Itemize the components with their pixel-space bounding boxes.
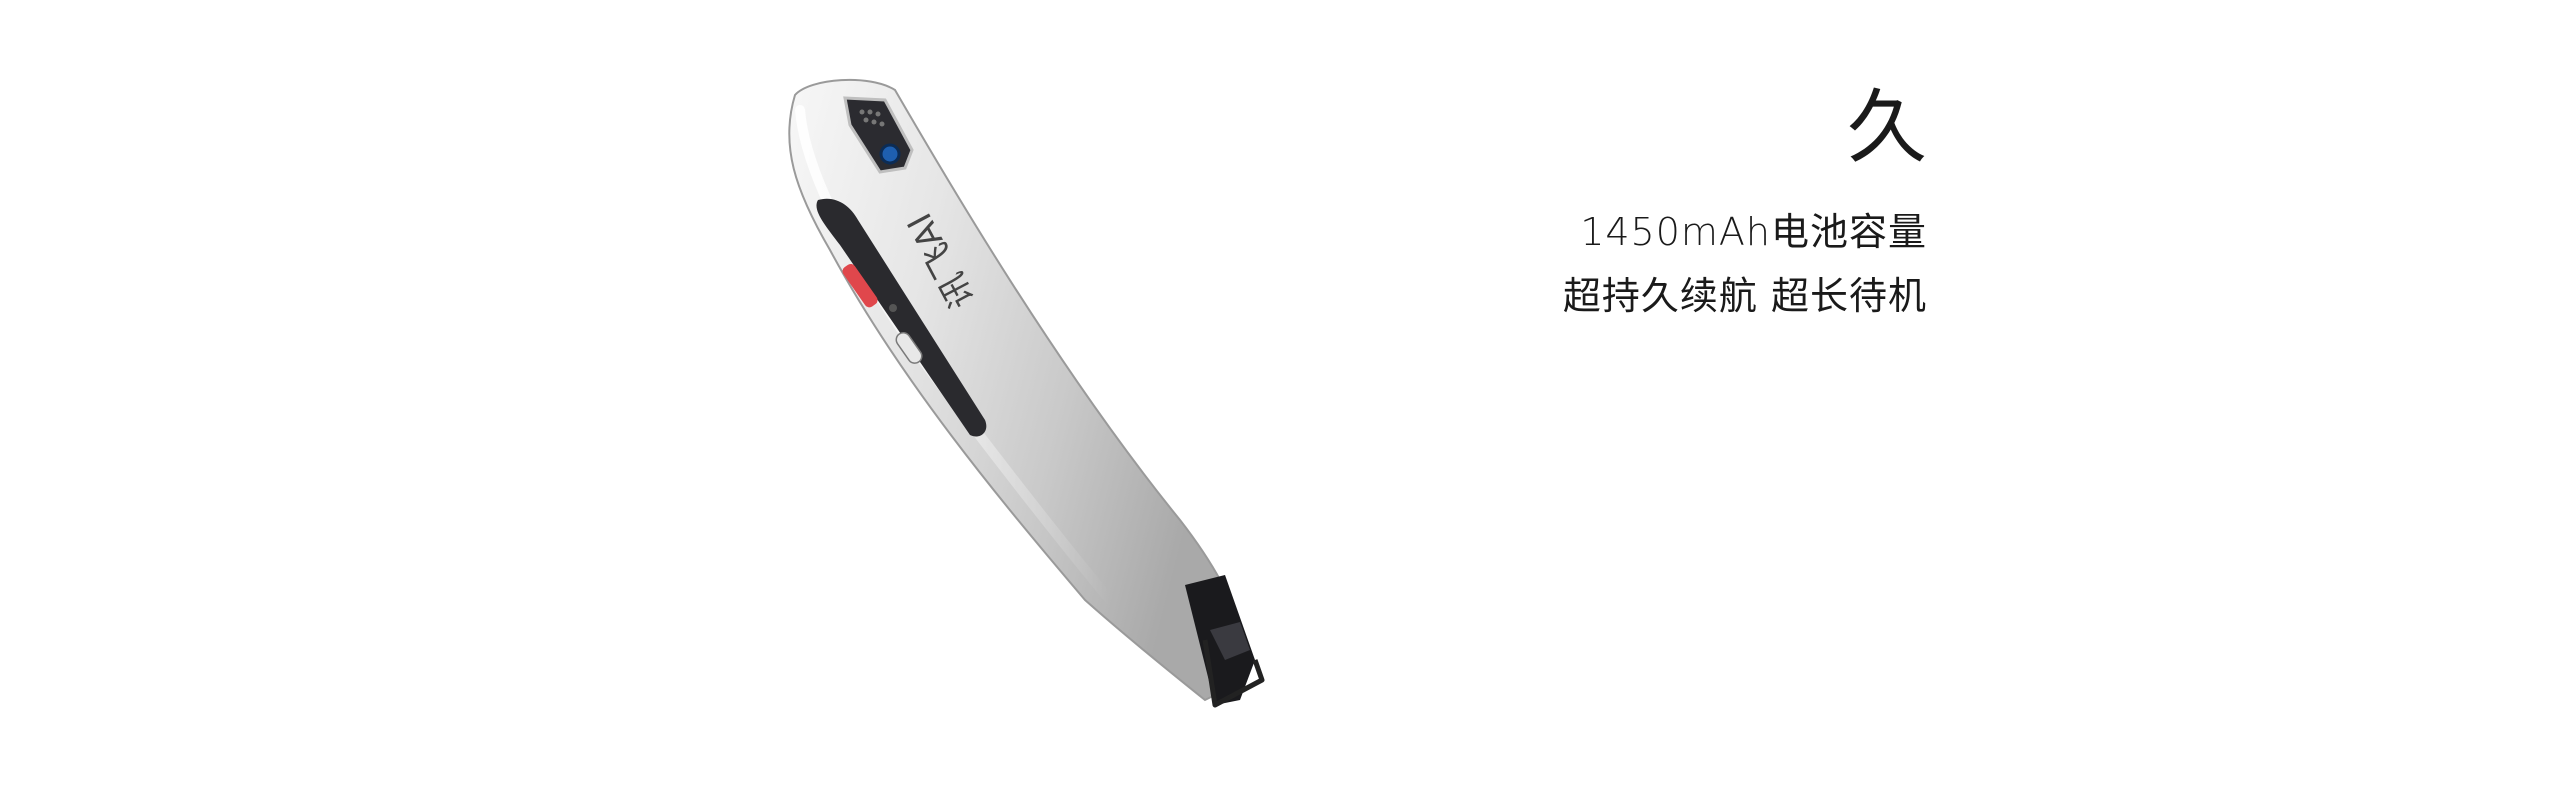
feature-line-endurance: 超持久续航 超长待机 bbox=[1562, 274, 1927, 318]
translation-pen-image: 讯飞AI bbox=[788, 78, 1265, 708]
feature-headline: 久 bbox=[1847, 81, 1927, 174]
feature-line-battery: 1450mAh电池容量 bbox=[1580, 210, 1927, 254]
feature-text: 久 1450mAh电池容量 超持久续航 超长待机 bbox=[1563, 80, 1927, 328]
camera-lens-icon bbox=[879, 143, 901, 165]
product-banner: 讯飞AI 久 1450mAh电池容量 超持久续航 超长待机 bbox=[0, 0, 2560, 792]
indicator-dot bbox=[889, 304, 897, 312]
pen-body bbox=[788, 78, 1246, 702]
